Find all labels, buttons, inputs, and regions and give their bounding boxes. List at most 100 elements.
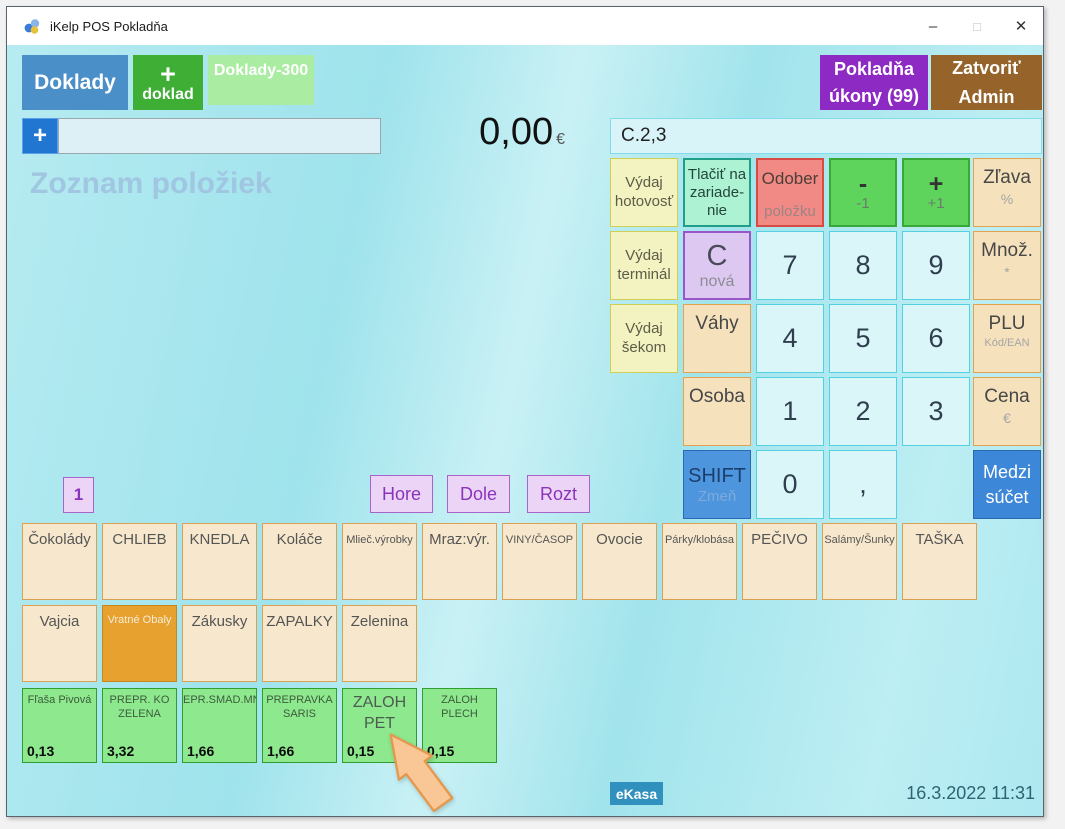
minus-one-button[interactable]: - -1 <box>829 158 897 227</box>
main-content: Doklady + doklad Doklady-300 Pokladňa úk… <box>7 45 1043 816</box>
category-salamy-sunky[interactable]: Salámy/Šunky <box>822 523 897 600</box>
category-zapalky[interactable]: ZAPALKY <box>262 605 337 682</box>
vydaj-sekom-button[interactable]: Výdaj šekom <box>610 304 678 373</box>
category-parky-klobasa[interactable]: Párky/klobása <box>662 523 737 600</box>
product-price: 1,66 <box>187 743 214 759</box>
add-item-button[interactable]: + <box>22 118 58 154</box>
close-button[interactable]: ✕ <box>999 7 1043 45</box>
category-vratne-obaly-selected[interactable]: Vratné Obaly <box>102 605 177 682</box>
category-mraz-vyr[interactable]: Mraz:výr. <box>422 523 497 600</box>
zlava-sub: % <box>1001 191 1013 207</box>
zatvorit-admin-button[interactable]: Zatvoriť Admin <box>931 55 1042 110</box>
new-document-button[interactable]: + doklad <box>133 55 203 110</box>
currency-symbol: € <box>556 131 565 148</box>
product-prepr-ko-zelena[interactable]: PREPR. KO ZELENA 3,32 <box>102 688 177 763</box>
digit-0-button[interactable]: 0 <box>756 450 824 519</box>
doklady-300-button[interactable]: Doklady-300 <box>208 55 314 105</box>
plu-button[interactable]: PLU Kód/EAN <box>973 304 1041 373</box>
odober-polozku-button[interactable]: Odober položku <box>756 158 824 227</box>
product-prepr-smad-mni[interactable]: EPR.SMAD.MNI 1,66 <box>182 688 257 763</box>
product-name: EPR.SMAD.MNI <box>183 693 256 707</box>
plus-label: + <box>929 173 944 195</box>
plus-icon: + <box>160 62 176 86</box>
odober-label: Odober <box>762 169 819 189</box>
pokladna-ukony-button[interactable]: Pokladňa úkony (99) <box>820 55 928 110</box>
page-number-button[interactable]: 1 <box>63 477 94 513</box>
mnozstvo-button[interactable]: Množ. * <box>973 231 1041 300</box>
shift-button[interactable]: SHIFT Zmeň <box>683 450 751 519</box>
product-zaloh-plech[interactable]: ZALOH PLECH 0,15 <box>422 688 497 763</box>
digit-6-button[interactable]: 6 <box>902 304 970 373</box>
maximize-button[interactable]: □ <box>955 7 999 45</box>
scroll-up-button[interactable]: Hore <box>370 475 433 513</box>
digit-7-button[interactable]: 7 <box>756 231 824 300</box>
digit-1-button[interactable]: 1 <box>756 377 824 446</box>
osoba-button[interactable]: Osoba <box>683 377 751 446</box>
shift-sub: Zmeň <box>698 488 736 505</box>
product-zaloh-pet[interactable]: ZALOH PET 0,15 <box>342 688 417 763</box>
digit-5-button[interactable]: 5 <box>829 304 897 373</box>
product-prepravka-saris[interactable]: PREPRAVKA SARIS 1,66 <box>262 688 337 763</box>
product-price: 3,32 <box>107 743 134 759</box>
digit-8-button[interactable]: 8 <box>829 231 897 300</box>
product-name: Fľaša Pivová <box>23 693 96 707</box>
minus-label: - <box>859 173 867 195</box>
product-flasa-pivova[interactable]: Fľaša Pivová 0,13 <box>22 688 97 763</box>
category-chlieb[interactable]: CHLIEB <box>102 523 177 600</box>
doklady-button[interactable]: Doklady <box>22 55 128 110</box>
plu-sub: Kód/EAN <box>984 337 1029 349</box>
digit-9-button[interactable]: 9 <box>902 231 970 300</box>
cena-button[interactable]: Cena € <box>973 377 1041 446</box>
category-cokolady[interactable]: Čokolády <box>22 523 97 600</box>
shift-label: SHIFT <box>688 465 746 488</box>
digit-2-button[interactable]: 2 <box>829 377 897 446</box>
minimize-button[interactable]: – <box>911 7 955 45</box>
window-controls: – □ ✕ <box>911 7 1043 45</box>
clear-label: C <box>707 240 728 273</box>
item-search-input[interactable] <box>58 118 381 154</box>
comma-button[interactable]: , <box>829 450 897 519</box>
app-logo-icon <box>23 17 41 35</box>
keypad-entry-field[interactable]: C.2,3 <box>610 118 1042 154</box>
cena-sub: € <box>1003 410 1011 426</box>
datetime-label: 16.3.2022 11:31 <box>906 783 1035 804</box>
total-amount: 0,00€ <box>380 111 565 155</box>
vahy-button[interactable]: Váhy <box>683 304 751 373</box>
expand-button[interactable]: Rozt <box>527 475 590 513</box>
vydaj-hotovost-button[interactable]: Výdaj hotovosť <box>610 158 678 227</box>
product-name: ZALOH PLECH <box>423 693 496 722</box>
category-zakusky[interactable]: Zákusky <box>182 605 257 682</box>
clear-new-button[interactable]: C nová <box>683 231 751 300</box>
category-taska[interactable]: TAŠKA <box>902 523 977 600</box>
zlava-label: Zľava <box>983 167 1031 189</box>
category-viny-casop[interactable]: VINY/ČASOP <box>502 523 577 600</box>
vahy-label: Váhy <box>695 313 738 335</box>
product-name: PREPR. KO ZELENA <box>103 693 176 722</box>
osoba-label: Osoba <box>689 386 745 408</box>
digit-4-button[interactable]: 4 <box>756 304 824 373</box>
category-vajcia[interactable]: Vajcia <box>22 605 97 682</box>
title-bar: iKelp POS Pokladňa – □ ✕ <box>7 7 1043 45</box>
product-name: PREPRAVKA SARIS <box>263 693 336 722</box>
product-price: 1,66 <box>267 743 294 759</box>
category-kolace[interactable]: Koláče <box>262 523 337 600</box>
digit-3-button[interactable]: 3 <box>902 377 970 446</box>
category-mliec-vyrobky[interactable]: Mlieč.výrobky <box>342 523 417 600</box>
zlava-button[interactable]: Zľava % <box>973 158 1041 227</box>
tlacit-na-zariadenie-button[interactable]: Tlačiť na zariade- nie <box>683 158 751 227</box>
ekasa-badge: eKasa <box>610 782 663 805</box>
product-price: 0,13 <box>27 743 54 759</box>
scroll-down-button[interactable]: Dole <box>447 475 510 513</box>
plus-one-button[interactable]: + +1 <box>902 158 970 227</box>
vydaj-terminal-button[interactable]: Výdaj terminál <box>610 231 678 300</box>
category-zelenina[interactable]: Zelenina <box>342 605 417 682</box>
minus-sub: -1 <box>856 195 869 212</box>
plus-sub: +1 <box>927 195 944 212</box>
medzisucet-button[interactable]: Medzi súčet <box>973 450 1041 519</box>
category-ovocie[interactable]: Ovocie <box>582 523 657 600</box>
category-pecivo[interactable]: PEČIVO <box>742 523 817 600</box>
amount-value: 0,00 <box>479 111 553 153</box>
product-price: 0,15 <box>427 743 454 759</box>
category-knedla[interactable]: KNEDLA <box>182 523 257 600</box>
product-name: ZALOH PET <box>343 693 416 735</box>
